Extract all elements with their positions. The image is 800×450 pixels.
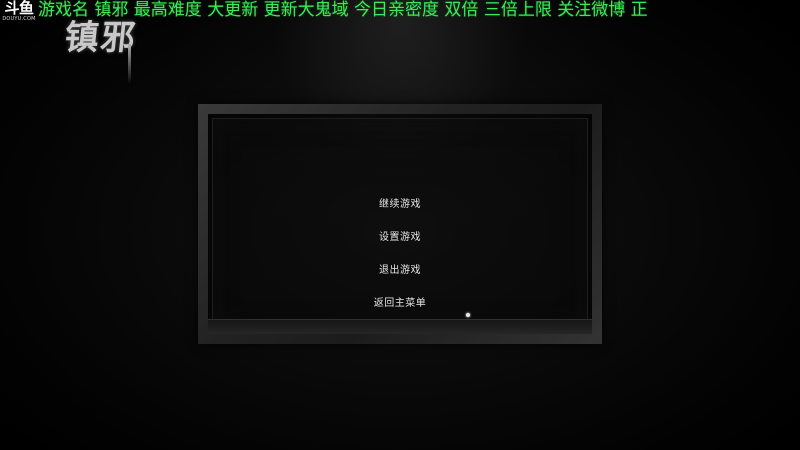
- pause-menu-list: 继续游戏 设置游戏 退出游戏 返回主菜单: [208, 188, 592, 320]
- douyu-logo: 斗鱼 DOUYU.COM: [0, 0, 38, 24]
- stream-marquee-text: 游戏名 镇邪 最高难度 大更新 更新大鬼域 今日亲密度 双倍 三倍上限 关注微博…: [38, 0, 648, 20]
- pause-menu-frame: 继续游戏 设置游戏 退出游戏 返回主菜单: [198, 104, 602, 344]
- game-screen: 斗鱼 DOUYU.COM 游戏名 镇邪 最高难度 大更新 更新大鬼域 今日亲密度…: [0, 0, 800, 450]
- return-main-menu-button[interactable]: 返回主菜单: [208, 287, 592, 320]
- douyu-logo-name: 斗鱼: [4, 0, 34, 17]
- game-settings-button[interactable]: 设置游戏: [208, 221, 592, 254]
- title-blood-drip: [128, 44, 131, 84]
- pause-menu-frame-bottom-bar: [208, 319, 592, 334]
- exit-game-button[interactable]: 退出游戏: [208, 254, 592, 287]
- mouse-cursor: [466, 313, 470, 317]
- continue-game-button[interactable]: 继续游戏: [208, 188, 592, 221]
- douyu-logo-domain: DOUYU.COM: [2, 16, 36, 22]
